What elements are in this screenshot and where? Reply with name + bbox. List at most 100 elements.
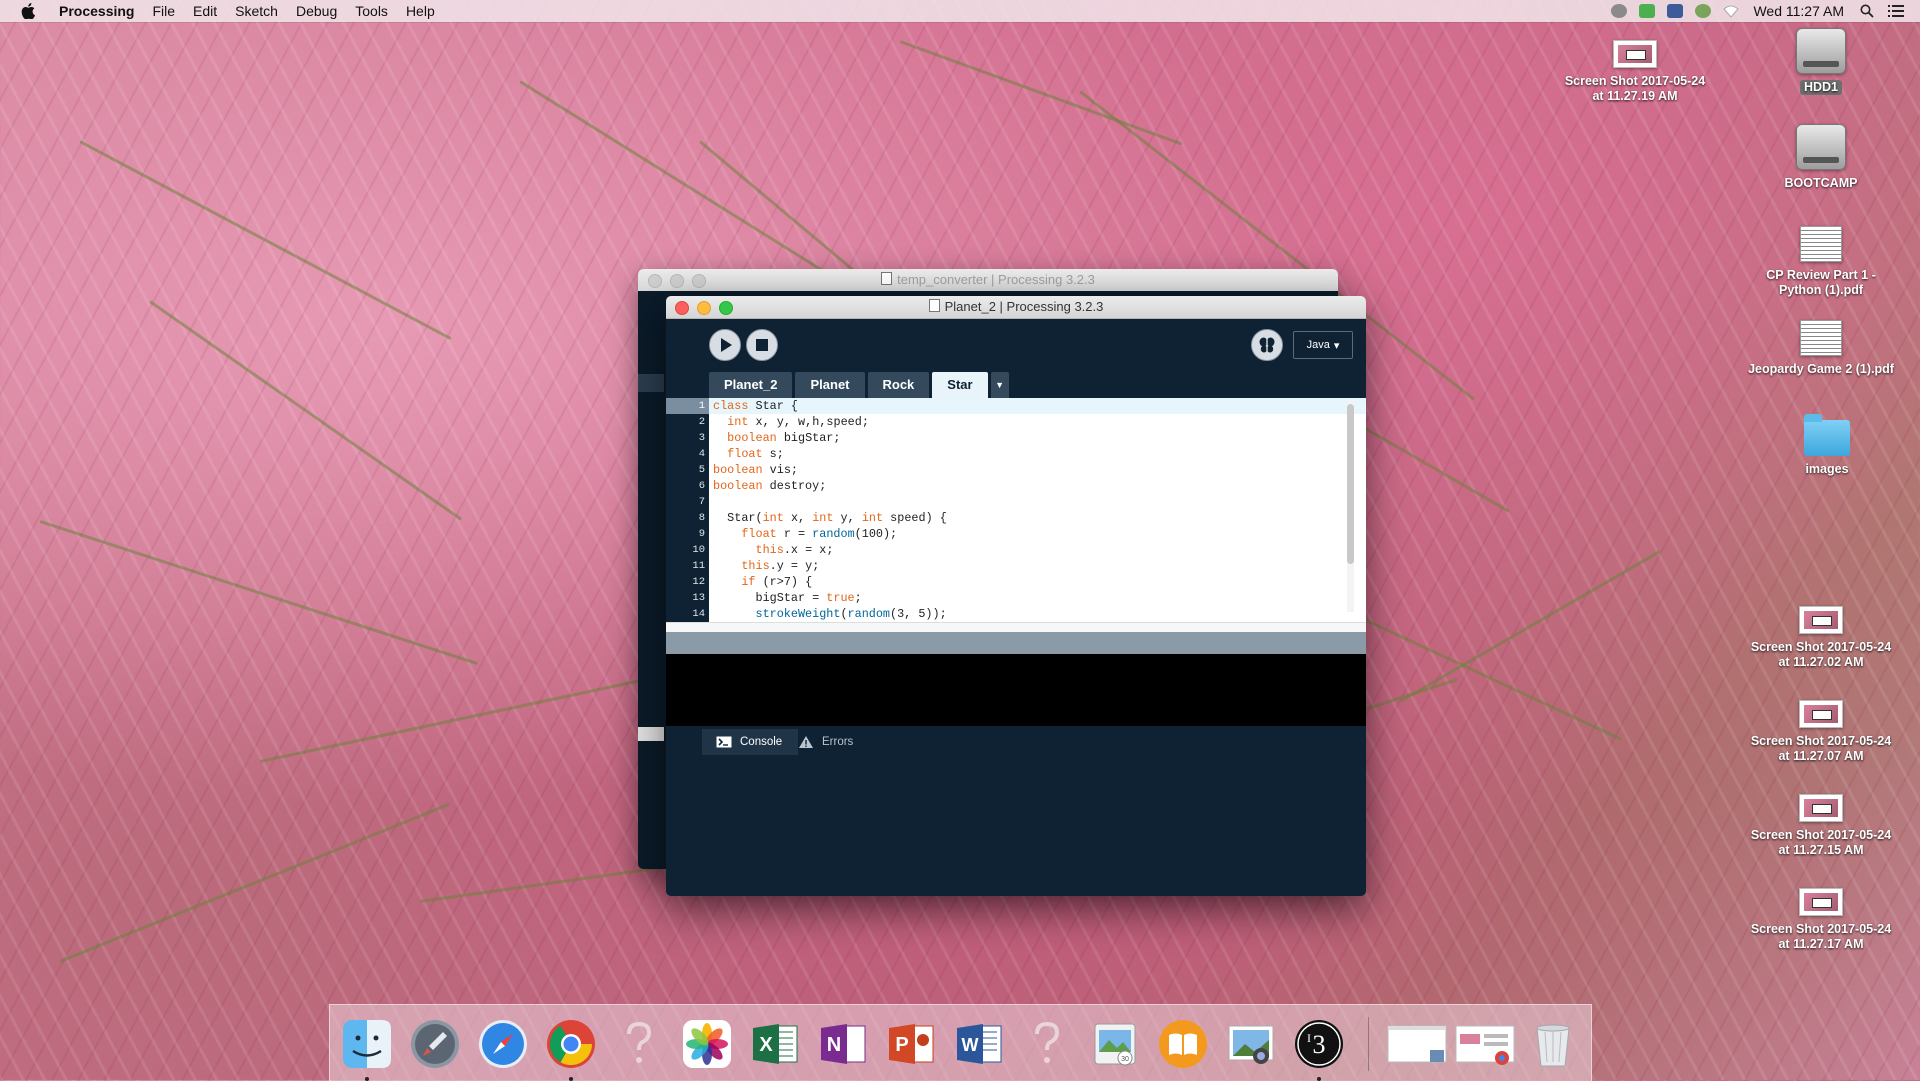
apple-icon[interactable] [20, 3, 36, 19]
camera-photo-icon [1228, 1025, 1274, 1064]
dock-separator [1368, 1017, 1369, 1071]
code-line[interactable]: float r = random(100); [709, 526, 1366, 542]
svg-text:X: X [759, 1034, 773, 1056]
dock-trash[interactable] [1526, 1017, 1580, 1071]
run-button[interactable] [709, 329, 741, 361]
tab-planet[interactable]: Planet [795, 372, 865, 398]
dock-photos[interactable] [680, 1017, 734, 1071]
errors-tab-label: Errors [822, 736, 854, 748]
scrollbar-thumb[interactable] [1347, 404, 1354, 564]
notification-center-icon[interactable] [1888, 4, 1904, 18]
line-number: 10 [692, 544, 705, 556]
code-line[interactable]: bigStar = true; [709, 590, 1366, 606]
menu-debug[interactable]: Debug [287, 0, 346, 22]
toolbar: Java ▾ [666, 319, 1366, 369]
code-line[interactable]: boolean destroy; [709, 478, 1366, 494]
tab-star[interactable]: Star [932, 372, 988, 398]
menu-file[interactable]: File [143, 0, 184, 22]
console-tab-label: Console [740, 736, 783, 748]
window-titlebar[interactable]: Planet_2 | Processing 3.2.3 [666, 296, 1366, 319]
code-line[interactable]: this.x = x; [709, 542, 1366, 558]
dock-unknown-app-1[interactable] [612, 1017, 666, 1071]
sync-icon[interactable] [1695, 4, 1712, 18]
vertical-scrollbar[interactable] [1347, 400, 1354, 612]
grass-stalk [1399, 550, 1661, 703]
processing-window[interactable]: Planet_2 | Processing 3.2.3 Java ▾ Plane… [666, 296, 1366, 896]
dock-preview[interactable]: 30 [1088, 1017, 1142, 1071]
dock-onenote[interactable]: N [816, 1017, 870, 1071]
evernote-icon[interactable] [1639, 4, 1656, 18]
dock-word[interactable]: W [952, 1017, 1006, 1071]
code-line[interactable]: int x, y, w,h,speed; [709, 414, 1366, 430]
svg-text:W: W [962, 1035, 979, 1055]
code-line[interactable]: boolean bigStar; [709, 430, 1366, 446]
code-line[interactable]: strokeWeight(random(3, 5)); [709, 606, 1366, 622]
dock-launchpad[interactable] [408, 1017, 462, 1071]
menu-sketch[interactable]: Sketch [226, 0, 287, 22]
zoom-button[interactable] [719, 301, 733, 315]
code-line[interactable]: Star(int x, int y, int speed) { [709, 510, 1366, 526]
desktop-icon-screenshot-2[interactable]: Screen Shot 2017-05-24 at 11.27.02 AM [1746, 606, 1896, 670]
errors-tab[interactable]: Errors [784, 729, 869, 755]
tab-menu-button[interactable]: ▼ [990, 372, 1009, 398]
desktop-icon-screenshot-3[interactable]: Screen Shot 2017-05-24 at 11.27.07 AM [1746, 700, 1896, 764]
desktop-icon-label: Screen Shot 2017-05-24 at 11.27.07 AM [1750, 734, 1892, 763]
line-number: 12 [692, 576, 705, 588]
dock-unknown-app-2[interactable] [1020, 1017, 1074, 1071]
desktop-icon-hdd1[interactable]: HDD1 [1746, 28, 1896, 95]
running-indicator [1317, 1077, 1321, 1081]
question-mark-icon [1035, 1021, 1060, 1063]
code-line[interactable]: if (r>7) { [709, 574, 1366, 590]
code-area[interactable]: class Star { int x, y, w,h,speed; boolea… [709, 398, 1366, 749]
search-icon[interactable] [1860, 4, 1876, 18]
code-line[interactable]: float s; [709, 446, 1366, 462]
svg-text:I: I [1307, 1031, 1311, 1045]
debugger-button[interactable] [1251, 329, 1283, 361]
desktop-icon-screenshot-1[interactable]: Screen Shot 2017-05-24 at 11.27.19 AM [1560, 40, 1710, 104]
dock-ibooks[interactable] [1156, 1017, 1210, 1071]
console-output[interactable] [666, 654, 1366, 726]
document-icon [928, 299, 940, 312]
tab-planet-2[interactable]: Planet_2 [709, 372, 793, 398]
menu-app-name[interactable]: Processing [50, 0, 143, 22]
dock-safari[interactable] [476, 1017, 530, 1071]
hard-disk-icon [1796, 28, 1846, 74]
code-line[interactable]: boolean vis; [709, 462, 1366, 478]
dock-finder[interactable] [340, 1017, 394, 1081]
back-window-titlebar[interactable]: temp_converter | Processing 3.2.3 [638, 269, 1338, 291]
dock-chrome[interactable] [544, 1017, 598, 1081]
menu-tools[interactable]: Tools [346, 0, 397, 22]
book-icon [1159, 1020, 1207, 1068]
desktop-icon-cp-review[interactable]: CP Review Part 1 - Python (1).pdf [1746, 226, 1896, 298]
menu-help[interactable]: Help [397, 0, 444, 22]
terminal-icon [716, 736, 732, 748]
menu-clock[interactable]: Wed 11:27 AM [1753, 3, 1844, 19]
wifi-icon[interactable] [1723, 4, 1740, 18]
creative-cloud-icon[interactable] [1611, 4, 1628, 18]
tab-rock[interactable]: Rock [867, 372, 930, 398]
dock-minimized-window-1[interactable] [1386, 1017, 1448, 1071]
display-icon[interactable] [1667, 4, 1684, 18]
close-button[interactable] [675, 301, 689, 315]
minimize-button[interactable] [697, 301, 711, 315]
desktop-icon-label: HDD1 [1799, 80, 1843, 95]
dock-iphoto[interactable] [1224, 1017, 1278, 1071]
stop-button[interactable] [746, 329, 778, 361]
desktop-icon-bootcamp[interactable]: BOOTCAMP [1746, 124, 1896, 191]
code-line[interactable]: class Star { [709, 398, 1366, 414]
code-line[interactable]: this.y = y; [709, 558, 1366, 574]
desktop-icon-jeopardy[interactable]: Jeopardy Game 2 (1).pdf [1746, 320, 1896, 377]
dock-excel[interactable]: X [748, 1017, 802, 1071]
dock-processing[interactable]: 3I [1292, 1017, 1346, 1081]
dock-powerpoint[interactable]: P [884, 1017, 938, 1071]
pdf-document-icon [1800, 226, 1842, 262]
mode-selector[interactable]: Java ▾ [1293, 331, 1353, 359]
dock-minimized-window-2[interactable] [1454, 1017, 1516, 1071]
code-line[interactable] [709, 494, 1366, 510]
code-editor[interactable]: 12345678910111213141516171819202122 clas… [666, 398, 1366, 749]
screenshot-thumbnail-icon [1799, 794, 1843, 822]
menu-edit[interactable]: Edit [184, 0, 226, 22]
desktop-icon-screenshot-4[interactable]: Screen Shot 2017-05-24 at 11.27.15 AM [1746, 794, 1896, 858]
desktop-icon-screenshot-5[interactable]: Screen Shot 2017-05-24 at 11.27.17 AM [1746, 888, 1896, 952]
desktop-icon-images-folder[interactable]: images [1752, 414, 1902, 477]
